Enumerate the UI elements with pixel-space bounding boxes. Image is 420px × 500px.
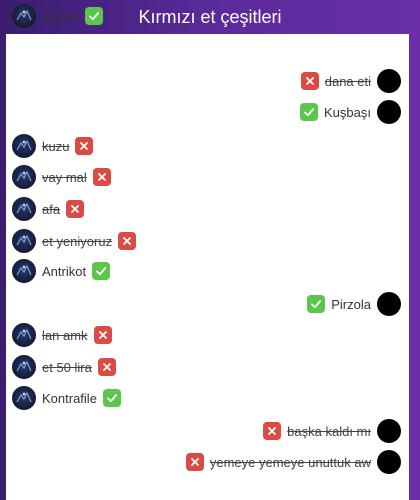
cross-icon[interactable] — [97, 358, 116, 376]
avatar — [377, 419, 401, 443]
check-icon[interactable] — [84, 7, 103, 25]
message-text: dana eti — [324, 73, 371, 89]
message-list: Kıyma dana eti Kuşbaşı kuzu vay mal afa et yen… — [6, 4, 409, 500]
message-text: Kıyma — [42, 8, 79, 24]
message-text: afa — [42, 201, 61, 217]
message-text: Pirzola — [331, 296, 371, 312]
cross-icon[interactable] — [75, 137, 94, 155]
check-icon[interactable] — [102, 389, 121, 407]
message-row: yemeye yemeye unuttuk aw — [6, 447, 409, 477]
message-text: kuzu — [42, 138, 70, 154]
message-text: lan amk — [42, 327, 88, 343]
message-text: Kuşbaşı — [324, 104, 371, 120]
message-text: yemeye yemeye unuttuk aw — [209, 454, 371, 470]
avatar — [12, 4, 36, 28]
cross-icon[interactable] — [118, 232, 137, 250]
message-row: Antrikot — [6, 256, 409, 286]
avatar — [12, 323, 36, 347]
cross-icon[interactable] — [66, 200, 85, 218]
message-row: kuzu — [6, 131, 409, 161]
avatar — [12, 134, 36, 158]
avatar — [377, 100, 401, 124]
message-row: afa — [6, 194, 409, 224]
message-text: et 50 lira — [42, 359, 92, 375]
avatar — [12, 386, 36, 410]
check-icon[interactable] — [92, 262, 111, 280]
cross-icon[interactable] — [300, 72, 319, 90]
message-row: başka kaldı mı — [6, 416, 409, 446]
message-row: dana eti — [6, 66, 409, 96]
message-text: başka kaldı mı — [287, 423, 371, 439]
cross-icon[interactable] — [92, 168, 111, 186]
avatar — [12, 165, 36, 189]
message-text: vay mal — [42, 169, 87, 185]
avatar — [12, 355, 36, 379]
message-row: Kontrafile — [6, 383, 409, 413]
cross-icon[interactable] — [263, 422, 282, 440]
check-icon[interactable] — [300, 103, 319, 121]
avatar — [377, 69, 401, 93]
message-row: et yeniyoruz — [6, 226, 409, 256]
message-text: et yeniyoruz — [42, 233, 113, 249]
message-row: Kıyma — [6, 1, 409, 31]
message-row: Pirzola — [6, 289, 409, 319]
cross-icon[interactable] — [93, 326, 112, 344]
avatar — [12, 229, 36, 253]
message-row: lan amk — [6, 320, 409, 350]
avatar — [12, 259, 36, 283]
avatar — [377, 450, 401, 474]
avatar — [12, 197, 36, 221]
message-text: Kontrafile — [42, 390, 97, 406]
message-text: Antrikot — [42, 263, 87, 279]
avatar — [377, 292, 401, 316]
message-row: vay mal — [6, 162, 409, 192]
cross-icon[interactable] — [185, 453, 204, 471]
message-row: Kuşbaşı — [6, 97, 409, 127]
check-icon[interactable] — [307, 295, 326, 313]
message-row: et 50 lira — [6, 352, 409, 382]
